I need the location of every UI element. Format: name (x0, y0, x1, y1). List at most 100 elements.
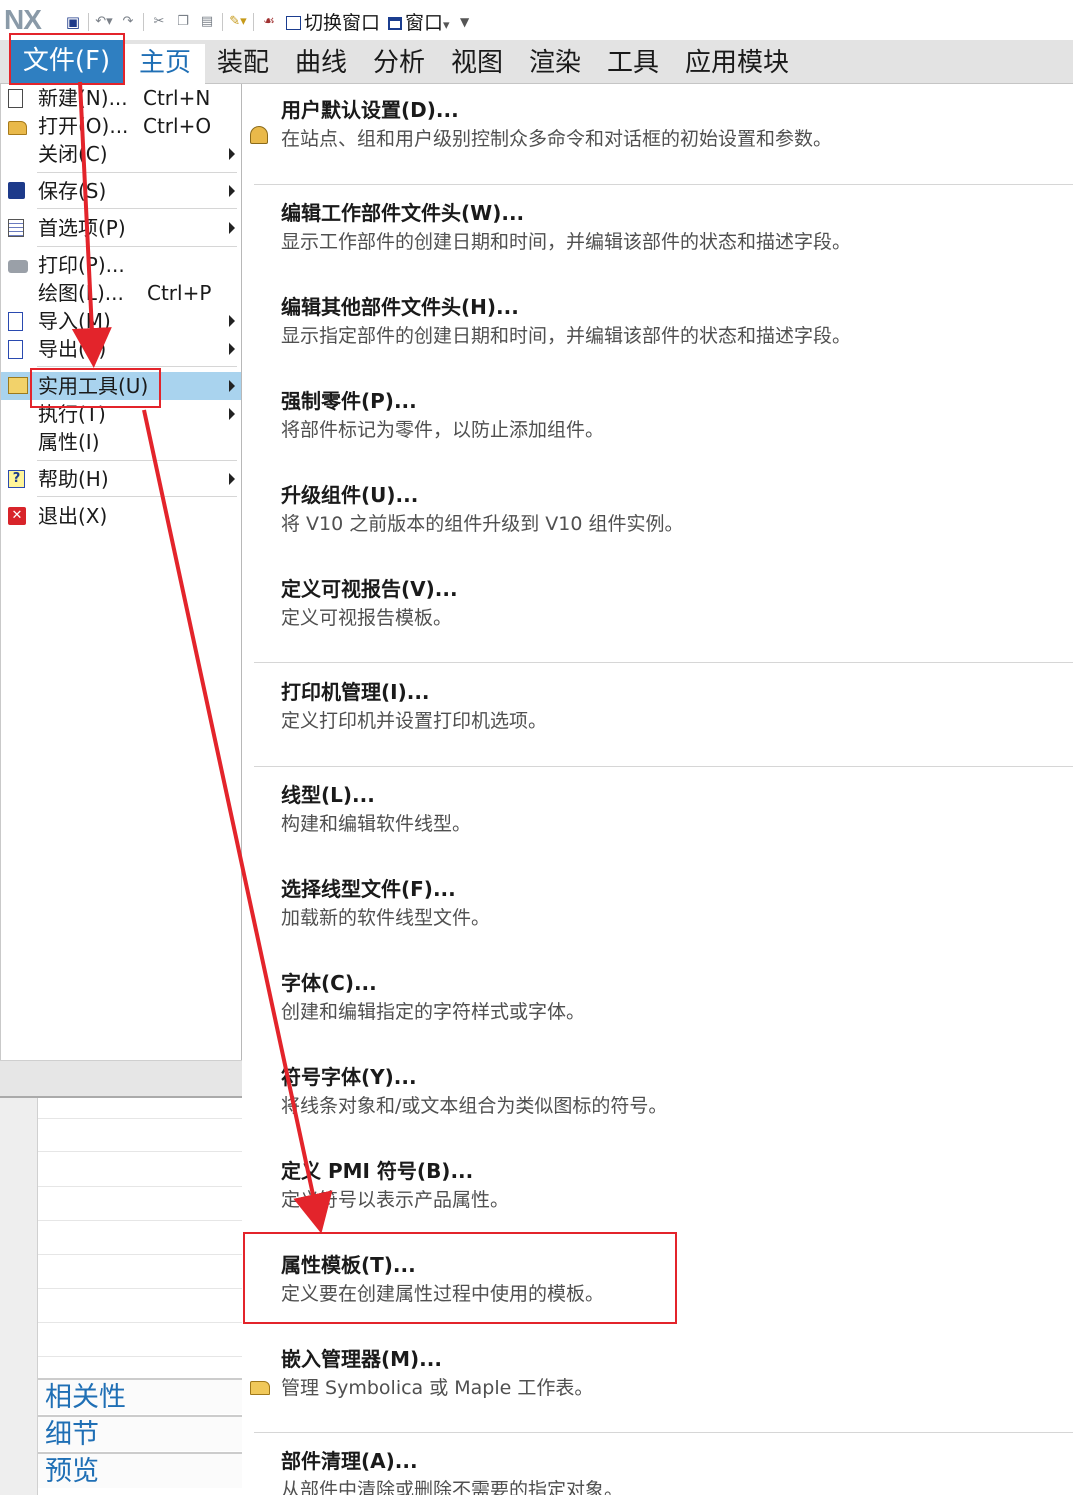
panel-row-divider (38, 1220, 242, 1221)
submenu-arrow-icon (229, 315, 235, 327)
embed-manager-icon (250, 1381, 270, 1395)
menu-item-save[interactable]: 保存(S) (1, 177, 241, 205)
panel-row-divider (38, 1288, 242, 1289)
file-menu-footer (0, 1060, 242, 1098)
touch-mode-icon[interactable]: ✎▾ (229, 13, 247, 31)
tab-curve[interactable]: 曲线 (295, 44, 347, 84)
menu-item-label: 帮助(H) (38, 467, 109, 491)
menu-item-help[interactable]: ? 帮助(H) (1, 465, 241, 493)
switch-window-button[interactable]: 切换窗口 (286, 8, 380, 35)
tab-assembly[interactable]: 装配 (217, 44, 269, 84)
submenu-item-title: 字体(C)... (281, 971, 377, 995)
submenu-item-title: 用户默认设置(D)... (281, 98, 459, 122)
window-dropdown[interactable]: 窗口▾ (388, 8, 450, 35)
quick-access-toolbar: NX ▣ ↶▾ ↷ ✂ ❐ ▤ ✎▾ ☙ 切换窗口 窗口▾ ▼ (0, 0, 1073, 38)
submenu-arrow-icon (229, 185, 235, 197)
resource-bar (0, 1098, 38, 1495)
quick-access-icons: ▣ ↶▾ ↷ ✂ ❐ ▤ ✎▾ ☙ 切换窗口 窗口▾ ▼ (64, 8, 474, 35)
submenu-item-description: 加载新的软件线型文件。 (281, 907, 491, 929)
menu-item-label: 保存(S) (38, 179, 107, 203)
menu-item-shortcut: Ctrl+N (143, 86, 211, 110)
cut-icon[interactable]: ✂ (150, 13, 168, 31)
submenu-item-title: 嵌入管理器(M)... (281, 1347, 442, 1371)
undo-icon[interactable]: ↶▾ (95, 13, 113, 31)
tab-analysis[interactable]: 分析 (373, 44, 425, 84)
menu-item-label: 首选项(P) (38, 216, 126, 240)
tab-render[interactable]: 渲染 (529, 44, 581, 84)
submenu-arrow-icon (229, 473, 235, 485)
switch-window-icon (286, 16, 301, 30)
submenu-item-description: 在站点、组和用户级别控制众多命令和对话框的初始设置和参数。 (281, 128, 833, 150)
panel-row-divider (38, 1254, 242, 1255)
submenu-item-title: 符号字体(Y)... (281, 1065, 417, 1089)
save-icon[interactable]: ▣ (64, 13, 82, 31)
submenu-item-title: 属性模板(T)... (281, 1253, 416, 1277)
exit-icon: ✕ (8, 507, 26, 525)
utilities-icon (8, 377, 28, 394)
toolbar-separator (143, 12, 144, 31)
submenu-arrow-icon (229, 148, 235, 160)
ribbon-tab-bar: 文件(F) 主页 装配 曲线 分析 视图 渲染 工具 应用模块 (0, 40, 1073, 84)
tab-tools[interactable]: 工具 (607, 44, 659, 84)
submenu-item-title: 定义可视报告(V)... (281, 577, 458, 601)
menu-item-new[interactable]: 新建(N)... Ctrl+N (1, 84, 241, 112)
submenu-item-title: 线型(L)... (281, 783, 375, 807)
menu-separator (37, 246, 237, 247)
menu-item-shortcut: Ctrl+O (143, 114, 212, 138)
copy-icon[interactable]: ❐ (174, 13, 192, 31)
tab-home[interactable]: 主页 (125, 44, 205, 84)
file-menu: 新建(N)... Ctrl+N 打开(O)... Ctrl+O 关闭(C) 保存… (0, 84, 242, 1098)
menu-item-properties[interactable]: 属性(I) (1, 428, 241, 456)
menu-item-label: 执行(T) (38, 402, 106, 426)
redo-icon[interactable]: ↷ (119, 13, 137, 31)
menu-item-preferences[interactable]: 首选项(P) (1, 214, 241, 242)
export-icon (8, 340, 23, 359)
panel-row-divider (38, 1186, 242, 1187)
menu-separator (37, 172, 237, 173)
submenu-arrow-icon (229, 222, 235, 234)
brush-icon[interactable]: ☙ (260, 13, 278, 31)
menu-item-label: 属性(I) (38, 430, 100, 454)
customize-toolbar-icon[interactable]: ▼ (456, 13, 474, 31)
menu-item-import[interactable]: 导入(M) (1, 307, 241, 335)
menu-item-close[interactable]: 关闭(C) (1, 140, 241, 168)
preferences-icon (8, 219, 24, 237)
submenu-item-title: 编辑其他部件文件头(H)... (281, 295, 519, 319)
menu-item-exit[interactable]: ✕ 退出(X) (1, 502, 241, 530)
menu-item-label: 退出(X) (38, 504, 108, 528)
section-dependencies[interactable]: 相关性 (38, 1378, 242, 1414)
section-details[interactable]: 细节 (38, 1415, 242, 1451)
submenu-item-description: 管理 Symbolica 或 Maple 工作表。 (281, 1377, 594, 1399)
paste-icon[interactable]: ▤ (198, 13, 216, 31)
new-file-icon (8, 89, 23, 108)
import-icon (8, 312, 23, 331)
submenu-item-description: 创建和编辑指定的字符样式或字体。 (281, 1001, 586, 1023)
submenu-item-title: 编辑工作部件文件头(W)... (281, 201, 525, 225)
submenu-item-description: 定义可视报告模板。 (281, 607, 453, 629)
section-preview[interactable]: 预览 (38, 1452, 242, 1488)
submenu-separator (254, 766, 1073, 767)
menu-item-label: 打开(O)... (38, 114, 129, 138)
submenu-item-title: 打印机管理(I)... (281, 680, 430, 704)
menu-separator (37, 460, 237, 461)
menu-item-export[interactable]: 导出(E) (1, 335, 241, 363)
menu-item-utilities[interactable]: 实用工具(U) (1, 372, 241, 400)
tab-file[interactable]: 文件(F) (10, 40, 123, 84)
submenu-item-description: 构建和编辑软件线型。 (281, 813, 472, 835)
user-defaults-icon (250, 126, 268, 144)
menu-item-plot[interactable]: 绘图(L)... Ctrl+P (1, 279, 241, 307)
menu-item-label: 导出(E) (38, 337, 107, 361)
menu-separator (37, 496, 237, 497)
menu-separator (37, 208, 237, 209)
toolbar-separator (253, 12, 254, 31)
tab-applications[interactable]: 应用模块 (685, 44, 789, 84)
printer-icon (8, 260, 28, 273)
menu-item-print[interactable]: 打印(P)... (1, 251, 241, 279)
submenu-item-title: 强制零件(P)... (281, 389, 417, 413)
save-icon (8, 182, 25, 199)
menu-item-open[interactable]: 打开(O)... Ctrl+O (1, 112, 241, 140)
menu-item-execute[interactable]: 执行(T) (1, 400, 241, 428)
menu-item-label: 打印(P)... (38, 253, 125, 277)
tab-view[interactable]: 视图 (451, 44, 503, 84)
submenu-item-title: 定义 PMI 符号(B)... (281, 1159, 474, 1183)
